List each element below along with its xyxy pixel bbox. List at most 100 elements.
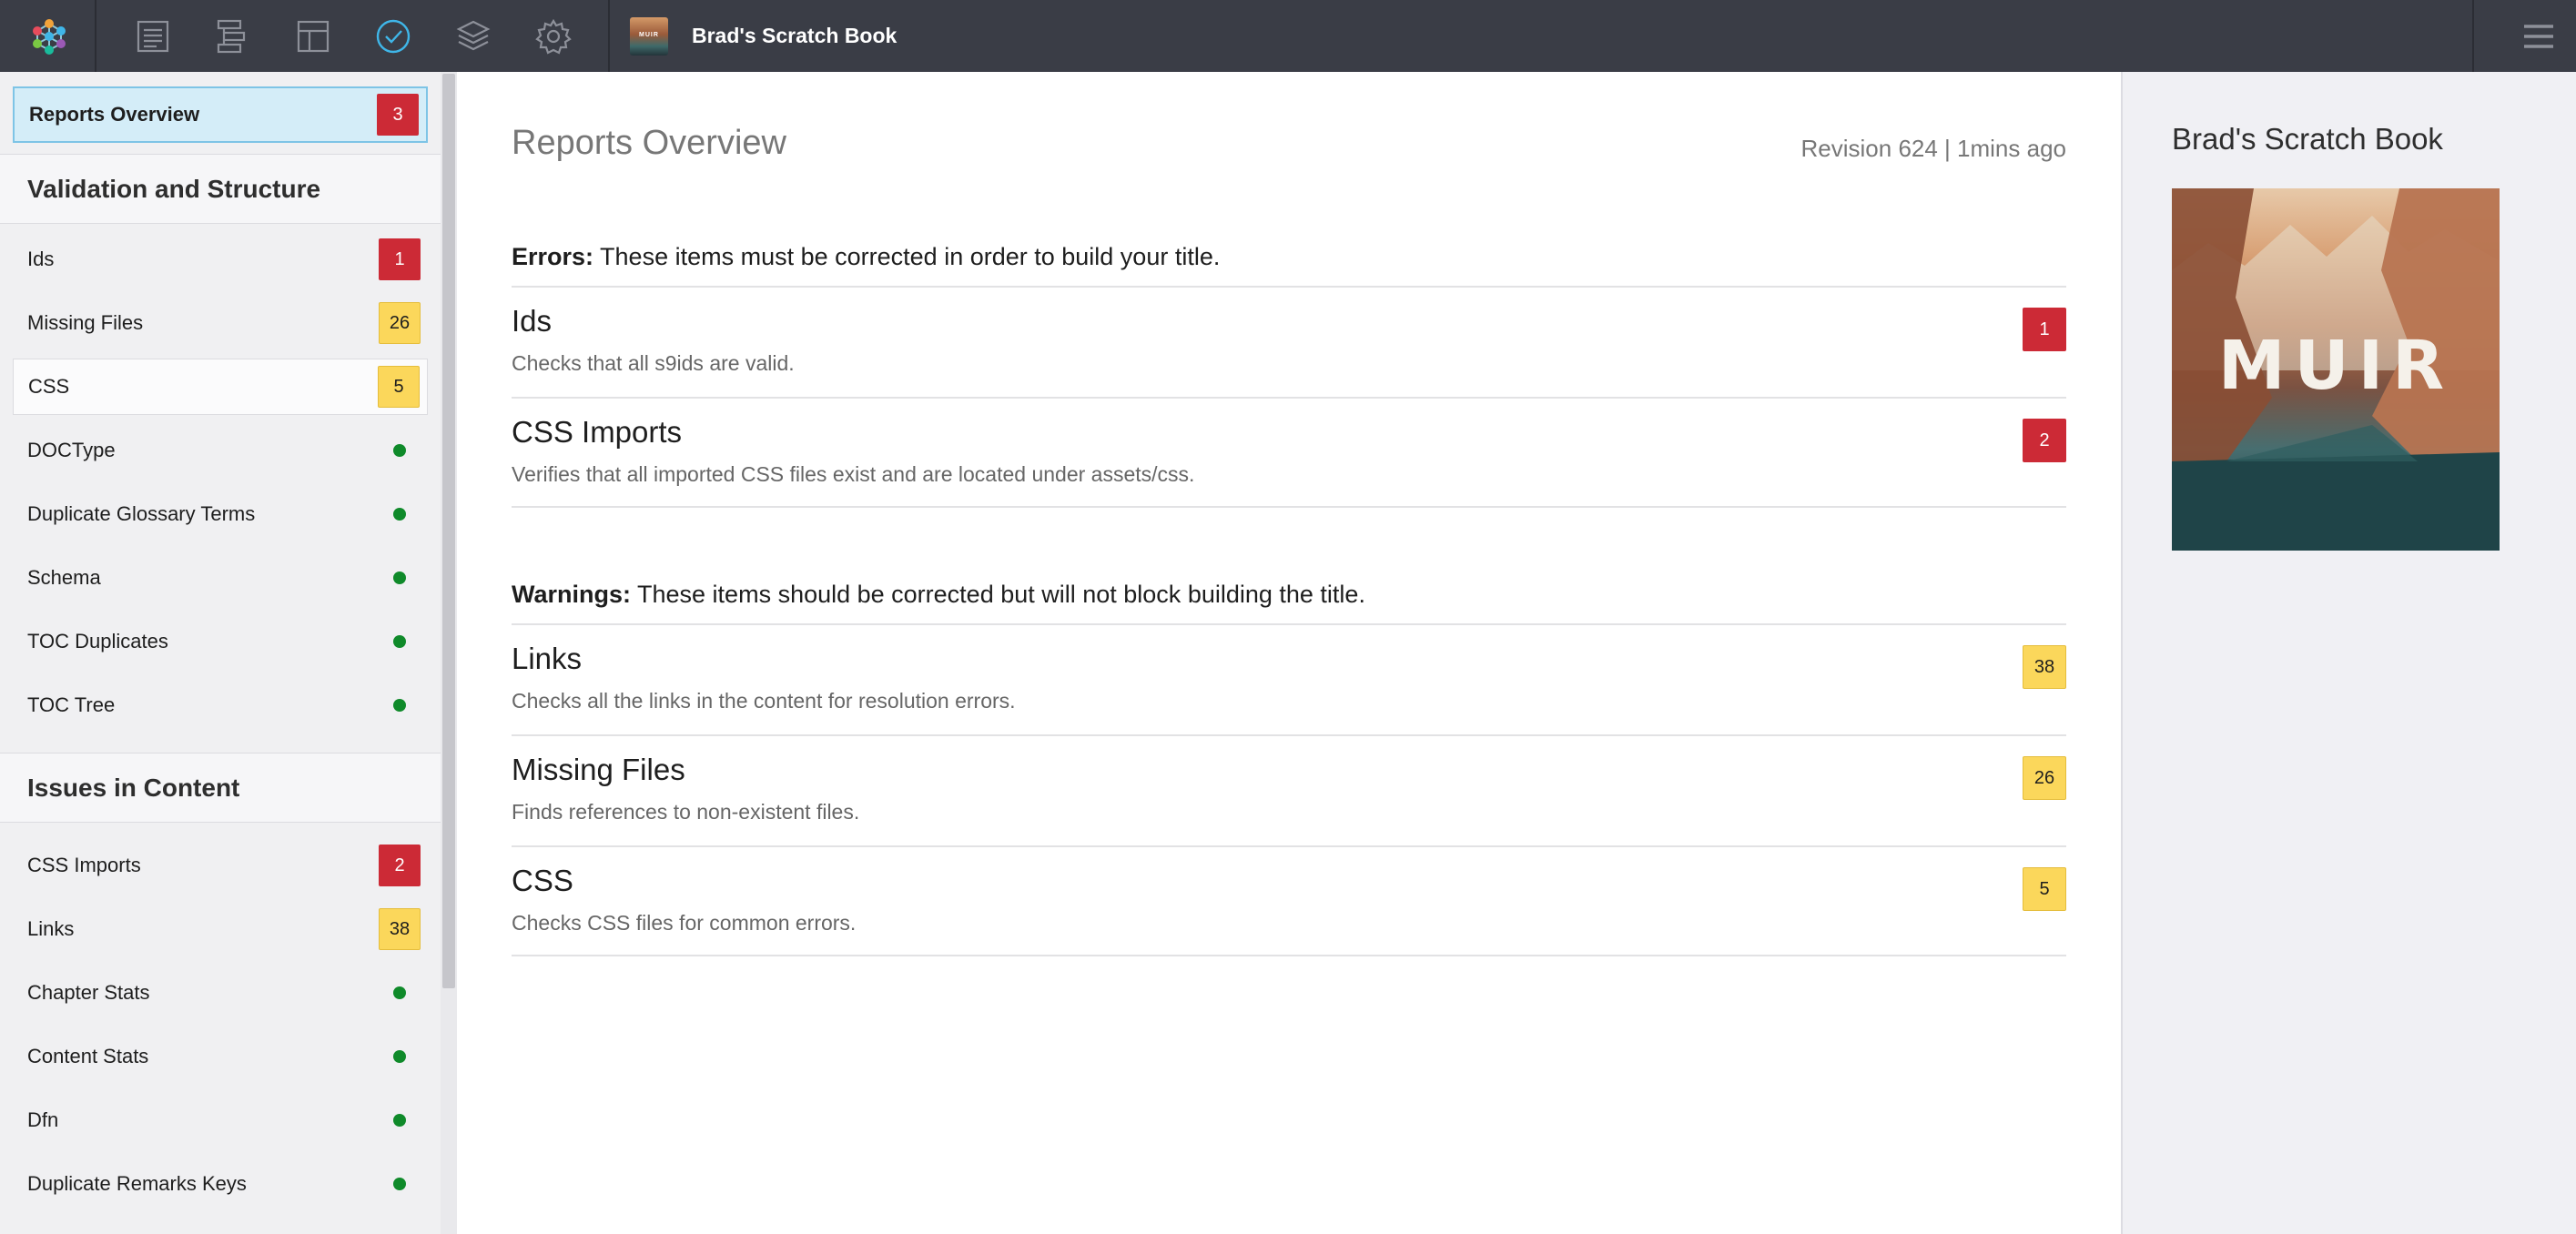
status-ok-dot <box>393 571 406 584</box>
errors-description: These items must be corrected in order t… <box>600 243 1221 270</box>
book-title[interactable]: Brad's Scratch Book <box>692 0 897 72</box>
document-icon <box>137 20 169 52</box>
top-toolbar: MUIR Brad's Scratch Book <box>0 0 2576 72</box>
report-row-links[interactable]: Links Checks all the links in the conten… <box>512 623 2066 734</box>
toolbar-divider <box>2472 0 2474 72</box>
warning-count-badge: 5 <box>2023 867 2066 911</box>
sidebar-item-label: Duplicate Glossary Terms <box>27 502 256 525</box>
status-ok-dot <box>393 1114 406 1127</box>
sidebar-item-duplicate-glossary-terms[interactable]: Duplicate Glossary Terms <box>13 486 428 542</box>
warning-count-badge: 38 <box>379 908 421 950</box>
report-description: Finds references to non-existent files. <box>512 800 860 824</box>
status-ok-dot <box>393 1050 406 1063</box>
book-thumbnail-text: MUIR <box>639 32 659 38</box>
sidebar-item-ids[interactable]: Ids 1 <box>13 231 428 288</box>
toolbar-divider <box>608 0 610 72</box>
sidebar-item-label: CSS <box>28 375 70 398</box>
sidebar-item-links[interactable]: Links 38 <box>13 901 428 957</box>
cover-title-text: MUIR <box>2217 327 2454 405</box>
report-title: Missing Files <box>512 753 685 786</box>
sidebar-item-label: Dfn <box>27 1108 59 1131</box>
reports-button[interactable] <box>355 0 431 72</box>
layout-button[interactable] <box>275 0 351 72</box>
document-button[interactable] <box>115 0 191 72</box>
warnings-description: These items should be corrected but will… <box>637 581 1365 608</box>
report-description: Checks that all s9ids are valid. <box>512 351 795 375</box>
sidebar-item-toc-tree[interactable]: TOC Tree <box>13 677 428 733</box>
report-title: CSS Imports <box>512 415 683 449</box>
report-row-css[interactable]: CSS Checks CSS files for common errors. … <box>512 845 2066 956</box>
sidebar-item-duplicate-remarks-keys[interactable]: Duplicate Remarks Keys <box>13 1156 428 1212</box>
sidebar-item-label: Links <box>27 917 75 940</box>
layers-button[interactable] <box>435 0 512 72</box>
sidebar-scrollbar-thumb[interactable] <box>442 74 455 988</box>
sidebar-item-css[interactable]: CSS 5 <box>13 359 428 415</box>
revision-info: Revision 624 | 1mins ago <box>1800 135 2066 162</box>
sidebar-item-dfn[interactable]: Dfn <box>13 1092 428 1148</box>
status-ok-dot <box>393 508 406 521</box>
report-row-missing-files[interactable]: Missing Files Finds references to non-ex… <box>512 734 2066 845</box>
warnings-label: Warnings: <box>512 581 631 608</box>
book-cover-image[interactable]: MUIR <box>2172 188 2500 551</box>
error-count-badge: 1 <box>379 238 421 280</box>
settings-button[interactable] <box>515 0 592 72</box>
layers-icon <box>456 20 491 50</box>
report-title: Links <box>512 642 583 675</box>
sidebar-item-label: CSS Imports <box>27 854 141 876</box>
warning-count-badge: 38 <box>2023 645 2066 689</box>
warnings-section-heading: Warnings: These items should be correcte… <box>512 581 2066 609</box>
report-row-ids[interactable]: Ids Checks that all s9ids are valid. 1 <box>512 286 2066 397</box>
sidebar-item-css-imports[interactable]: CSS Imports 2 <box>13 837 428 894</box>
sidebar-item-label: Reports Overview <box>29 103 200 126</box>
app-logo-button[interactable] <box>11 0 87 72</box>
reports-sidebar: Reports Overview 3 Validation and Struct… <box>0 72 457 1234</box>
hamburger-menu-icon <box>2524 24 2553 48</box>
report-title: Ids <box>512 304 553 338</box>
sidebar-item-label: Chapter Stats <box>27 981 150 1004</box>
sidebar-item-doctype[interactable]: DOCType <box>13 422 428 479</box>
book-thumbnail[interactable]: MUIR <box>630 17 668 56</box>
app-logo-icon <box>33 18 66 55</box>
book-panel-title: Brad's Scratch Book <box>2172 122 2443 156</box>
report-title: CSS <box>512 864 573 897</box>
gear-icon <box>535 18 572 55</box>
sidebar-item-label: Duplicate Remarks Keys <box>27 1172 247 1195</box>
sidebar-item-schema[interactable]: Schema <box>13 550 428 606</box>
sidebar-item-missing-files[interactable]: Missing Files 26 <box>13 295 428 351</box>
section-heading-issues-in-content: Issues in Content <box>0 753 441 823</box>
page-title: Reports Overview <box>512 124 786 162</box>
error-count-badge: 3 <box>377 94 419 136</box>
sidebar-item-label: TOC Duplicates <box>27 630 168 652</box>
sidebar-item-content-stats[interactable]: Content Stats <box>13 1028 428 1085</box>
status-ok-dot <box>393 699 406 712</box>
error-count-badge: 1 <box>2023 308 2066 351</box>
report-row-css-imports[interactable]: CSS Imports Verifies that all imported C… <box>512 397 2066 508</box>
toolbar-divider <box>95 0 96 72</box>
sidebar-item-label: Ids <box>27 248 55 270</box>
menu-button[interactable] <box>2501 0 2576 72</box>
sidebar-item-label: TOC Tree <box>27 693 116 716</box>
status-ok-dot <box>393 635 406 648</box>
status-ok-dot <box>393 986 406 999</box>
sidebar-item-label: Content Stats <box>27 1045 149 1067</box>
sidebar-item-label: Missing Files <box>27 311 144 334</box>
warning-count-badge: 26 <box>379 302 421 344</box>
report-description: Verifies that all imported CSS files exi… <box>512 462 1195 486</box>
sidebar-item-label: Schema <box>27 566 101 589</box>
warning-count-badge: 26 <box>2023 756 2066 800</box>
sidebar-item-label: DOCType <box>27 439 116 461</box>
sidebar-item-reports-overview[interactable]: Reports Overview 3 <box>13 86 428 143</box>
report-description: Checks all the links in the content for … <box>512 689 1016 713</box>
layout-icon <box>297 20 330 52</box>
sidebar-item-toc-duplicates[interactable]: TOC Duplicates <box>13 613 428 670</box>
structure-button[interactable] <box>193 0 269 72</box>
errors-section-heading: Errors: These items must be corrected in… <box>512 243 2066 271</box>
status-ok-dot <box>393 444 406 457</box>
error-count-badge: 2 <box>379 845 421 886</box>
sidebar-item-chapter-stats[interactable]: Chapter Stats <box>13 965 428 1021</box>
status-ok-dot <box>393 1178 406 1190</box>
warning-count-badge: 5 <box>378 366 420 408</box>
structure-icon <box>217 19 246 53</box>
check-circle-icon <box>376 19 411 53</box>
errors-label: Errors: <box>512 243 594 270</box>
